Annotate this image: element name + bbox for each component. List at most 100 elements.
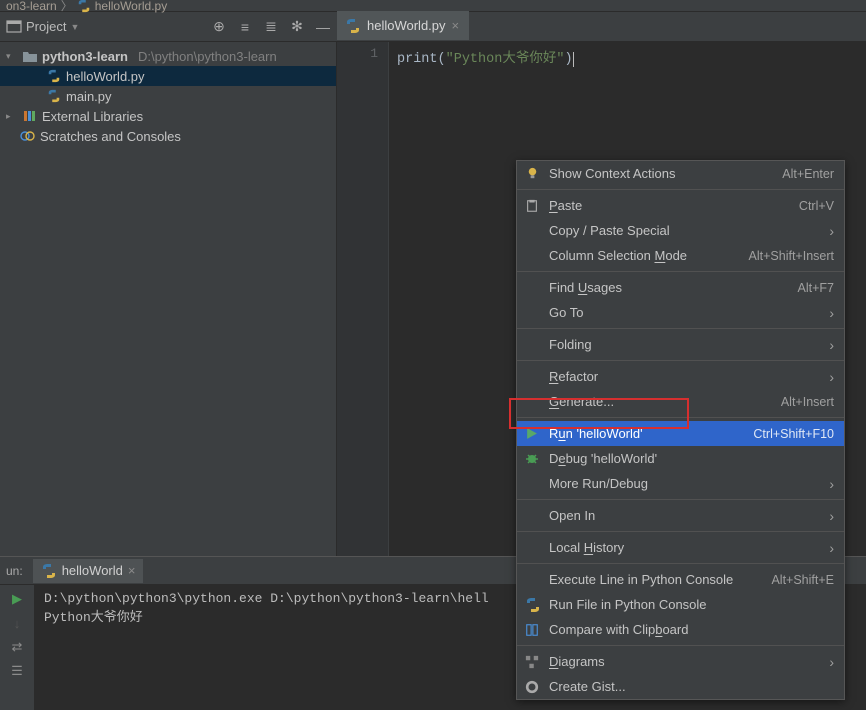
menu-label: Go To [549, 305, 829, 320]
menu-shortcut: Alt+Shift+E [771, 573, 834, 587]
run-tab-name: helloWorld [62, 563, 123, 578]
gear-icon[interactable]: ✻ [289, 19, 305, 35]
menu-shortcut: Alt+Insert [781, 395, 834, 409]
menu-run-file-console[interactable]: Run File in Python Console [517, 592, 844, 617]
menu-shortcut: Ctrl+V [799, 199, 834, 213]
code-paren-close: ) [564, 52, 572, 67]
menu-local-history[interactable]: Local History [517, 535, 844, 560]
tree-root-name: python3-learn [42, 49, 128, 64]
folder-icon [22, 49, 38, 63]
target-icon[interactable]: ⊕ [211, 19, 227, 35]
python-icon [345, 18, 361, 34]
tree-external-libraries[interactable]: ▸ External Libraries [0, 106, 336, 126]
menu-label: Open In [549, 508, 829, 523]
menu-go-to[interactable]: Go To [517, 300, 844, 325]
run-gutter: ▶ ↓ ⇄ ☰ [0, 585, 34, 710]
menu-label: Folding [549, 337, 829, 352]
menu-folding[interactable]: Folding [517, 332, 844, 357]
menu-separator [517, 328, 844, 329]
layout-icon[interactable]: ☰ [9, 663, 25, 679]
python-icon [46, 89, 62, 103]
context-menu: Show Context Actions Alt+Enter Paste Ctr… [516, 160, 845, 700]
diff-icon [525, 623, 539, 637]
menu-label: Run 'helloWorld' [549, 426, 753, 441]
breadcrumb-project[interactable]: on3-learn [6, 0, 57, 13]
tree-root[interactable]: ▾ python3-learn D:\python\python3-learn [0, 46, 336, 66]
tree-root-path: D:\python\python3-learn [138, 49, 277, 64]
submenu-arrow-icon [829, 654, 834, 670]
rerun-icon[interactable]: ▶ [9, 591, 25, 607]
collapse-arrow-icon[interactable]: ▾ [6, 51, 18, 62]
tree-file-name: helloWorld.py [66, 69, 145, 84]
menu-separator [517, 189, 844, 190]
submenu-arrow-icon [829, 508, 834, 524]
menu-separator [517, 563, 844, 564]
menu-show-context-actions[interactable]: Show Context Actions Alt+Enter [517, 161, 844, 186]
dropdown-icon[interactable]: ▼ [70, 22, 79, 32]
editor-tab-helloworld[interactable]: helloWorld.py × [337, 11, 469, 41]
expand-arrow-icon[interactable]: ▸ [6, 111, 18, 122]
menu-copy-paste-special[interactable]: Copy / Paste Special [517, 218, 844, 243]
menu-more-run-debug[interactable]: More Run/Debug [517, 471, 844, 496]
python-icon [77, 0, 91, 13]
menu-execute-line-console[interactable]: Execute Line in Python Console Alt+Shift… [517, 567, 844, 592]
menu-label: Local History [549, 540, 829, 555]
menu-separator [517, 499, 844, 500]
tree-file-name: main.py [66, 89, 112, 104]
menu-column-selection-mode[interactable]: Column Selection Mode Alt+Shift+Insert [517, 243, 844, 268]
menu-label: Create Gist... [549, 679, 834, 694]
menu-label: Show Context Actions [549, 166, 782, 181]
breadcrumb-separator: 〉 [61, 0, 73, 14]
tree-file-main[interactable]: main.py [0, 86, 336, 106]
menu-run-helloworld[interactable]: Run 'helloWorld' Ctrl+Shift+F10 [517, 421, 844, 446]
menu-open-in[interactable]: Open In [517, 503, 844, 528]
menu-debug-helloworld[interactable]: Debug 'helloWorld' [517, 446, 844, 471]
project-tool-window-button[interactable]: Project ▼ [6, 19, 79, 35]
submenu-arrow-icon [829, 540, 834, 556]
menu-generate[interactable]: Generate... Alt+Insert [517, 389, 844, 414]
stop-icon[interactable]: ↓ [9, 615, 25, 631]
project-icon [6, 19, 22, 35]
code-paren-open: ( [438, 52, 446, 67]
tree-file-helloworld[interactable]: helloWorld.py [0, 66, 336, 86]
settings-icon[interactable]: ⇄ [9, 639, 25, 655]
tree-scratch-name: Scratches and Consoles [40, 129, 181, 144]
collapse-icon[interactable]: ≣ [263, 19, 279, 35]
menu-find-usages[interactable]: Find Usages Alt+F7 [517, 275, 844, 300]
submenu-arrow-icon [829, 476, 834, 492]
menu-label: Run File in Python Console [549, 597, 834, 612]
debug-icon [525, 452, 539, 466]
paste-icon [525, 199, 539, 213]
menu-shortcut: Ctrl+Shift+F10 [753, 427, 834, 441]
menu-separator [517, 417, 844, 418]
library-icon [22, 109, 38, 123]
project-toolbar: Project ▼ ⊕ ≡ ≣ ✻ — helloWorld.py × [0, 12, 866, 42]
menu-label: Find Usages [549, 280, 798, 295]
breadcrumb-file[interactable]: helloWorld.py [95, 0, 167, 13]
menu-label: Execute Line in Python Console [549, 572, 771, 587]
expand-icon[interactable]: ≡ [237, 19, 253, 35]
menu-paste[interactable]: Paste Ctrl+V [517, 193, 844, 218]
menu-compare-clipboard[interactable]: Compare with Clipboard [517, 617, 844, 642]
menu-separator [517, 271, 844, 272]
tree-scratches[interactable]: Scratches and Consoles [0, 126, 336, 146]
submenu-arrow-icon [829, 337, 834, 353]
gutter[interactable]: 1 [337, 42, 389, 556]
run-icon [525, 427, 538, 440]
run-tab-helloworld[interactable]: helloWorld × [33, 559, 144, 583]
menu-diagrams[interactable]: Diagrams [517, 649, 844, 674]
line-number[interactable]: 1 [337, 46, 378, 61]
tree-libs-name: External Libraries [42, 109, 143, 124]
menu-create-gist[interactable]: Create Gist... [517, 674, 844, 699]
project-tree[interactable]: ▾ python3-learn D:\python\python3-learn … [0, 42, 337, 556]
menu-separator [517, 531, 844, 532]
menu-label: Paste [549, 198, 799, 213]
menu-label: Column Selection Mode [549, 248, 749, 263]
menu-label: Refactor [549, 369, 829, 384]
menu-refactor[interactable]: Refactor [517, 364, 844, 389]
close-icon[interactable]: × [128, 563, 136, 578]
close-tab-icon[interactable]: × [452, 18, 460, 33]
code-string: "Python大爷你好" [446, 52, 565, 67]
hide-icon[interactable]: — [315, 19, 331, 35]
python-icon [46, 69, 62, 83]
